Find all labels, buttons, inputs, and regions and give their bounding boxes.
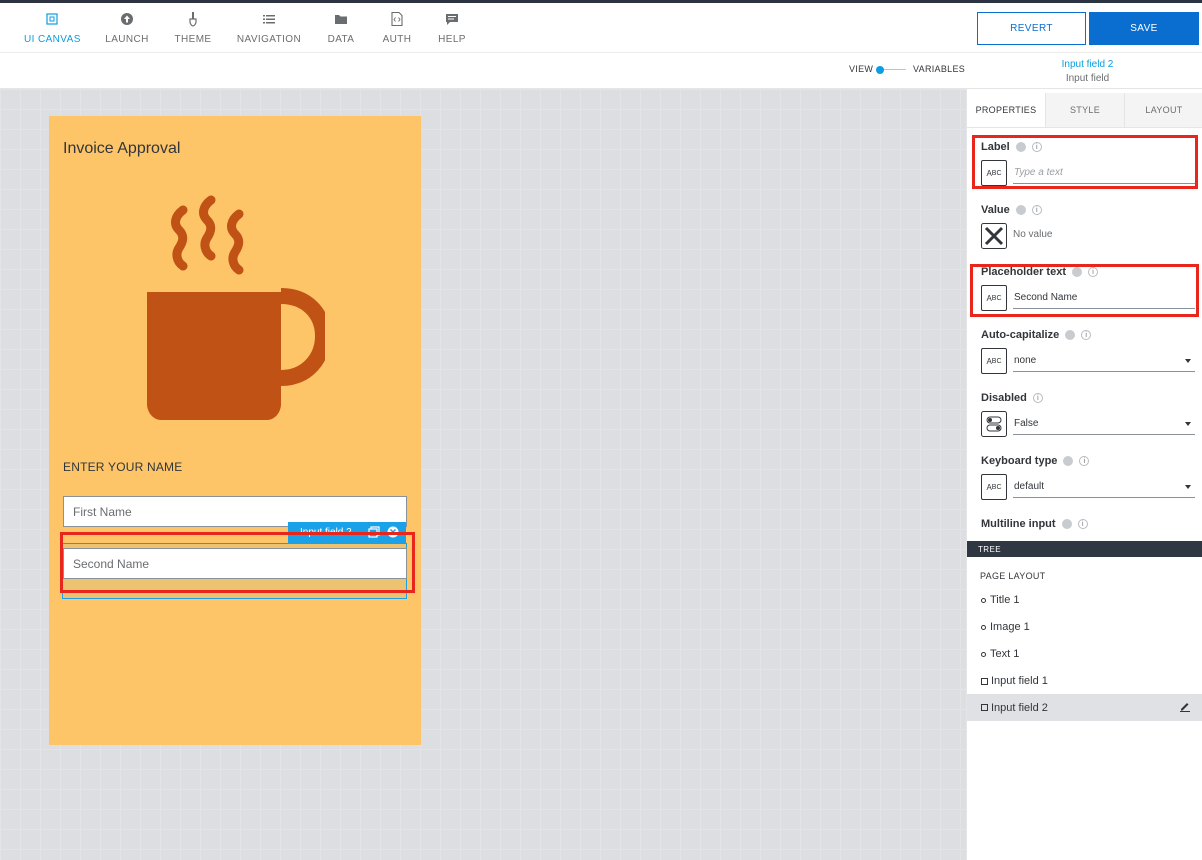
highlight-box-placeholder bbox=[970, 264, 1199, 317]
info-icon[interactable]: i bbox=[1031, 205, 1042, 215]
info-icon[interactable]: i bbox=[1077, 519, 1088, 529]
tab-style[interactable]: STYLE bbox=[1045, 93, 1124, 127]
nav-theme[interactable]: THEME bbox=[173, 10, 213, 50]
tree-item-input-field-1[interactable]: Input field 1 bbox=[967, 669, 1202, 693]
no-value-icon[interactable] bbox=[981, 223, 1007, 249]
prop-value-name: Value bbox=[981, 204, 1010, 216]
nav-label: THEME bbox=[174, 34, 212, 45]
circle-bullet-icon bbox=[981, 651, 986, 657]
tree-item-label: Image 1 bbox=[990, 621, 1030, 633]
keyboard-type-select[interactable]: default bbox=[1013, 476, 1195, 498]
prop-disabled-name: Disabled bbox=[981, 392, 1027, 404]
nav-navigation[interactable]: NAVIGATION bbox=[236, 10, 302, 50]
nav-launch[interactable]: LAUNCH bbox=[104, 10, 150, 50]
view-label: VIEW bbox=[849, 64, 874, 74]
nav-auth[interactable]: AUTH bbox=[380, 10, 414, 50]
square-bullet-icon bbox=[981, 677, 988, 685]
highlight-box-input bbox=[60, 532, 415, 593]
selected-element-name: Input field 2 bbox=[1061, 59, 1114, 70]
tab-properties[interactable]: PROPERTIES bbox=[967, 93, 1045, 127]
text-type-icon[interactable]: ABC bbox=[981, 348, 1007, 374]
square-bullet-icon bbox=[981, 704, 988, 711]
panel-tabs: PROPERTIES STYLE LAYOUT bbox=[967, 93, 1202, 128]
main-toolbar: UI CANVAS LAUNCH THEME NAVIGATION DATA A… bbox=[0, 3, 1202, 53]
prop-keyboard-type: Keyboard type i ABC default bbox=[981, 454, 1195, 500]
revert-button[interactable]: REVERT bbox=[977, 12, 1086, 45]
selected-element-type: Input field bbox=[1065, 73, 1110, 84]
circle-bullet-icon bbox=[981, 597, 986, 603]
prop-auto-capitalize: Auto-capitalize i ABC none bbox=[981, 328, 1195, 374]
prop-multiline-name: Multiline input bbox=[981, 518, 1056, 530]
save-button[interactable]: SAVE bbox=[1089, 12, 1199, 45]
tree-item-title-1[interactable]: Title 1 bbox=[967, 588, 1202, 612]
tab-layout[interactable]: LAYOUT bbox=[1124, 93, 1202, 127]
app-page-preview[interactable]: Invoice Approval ENTER YOUR NAME First N… bbox=[49, 116, 421, 745]
value-text: No value bbox=[1013, 229, 1053, 240]
page-title[interactable]: Invoice Approval bbox=[63, 140, 180, 158]
tree-item-label: Title 1 bbox=[990, 594, 1020, 606]
disabled-select[interactable]: False bbox=[1013, 413, 1195, 435]
variables-label: VARIABLES bbox=[913, 64, 966, 74]
prop-disabled: Disabled i False bbox=[981, 391, 1195, 437]
tree-item-label: Text 1 bbox=[990, 648, 1020, 660]
canvas-icon bbox=[46, 13, 58, 25]
nav-label: AUTH bbox=[382, 34, 412, 45]
coffee-mug-icon[interactable] bbox=[145, 194, 325, 422]
nav-ui-canvas[interactable]: UI CANVAS bbox=[24, 10, 80, 50]
code-file-icon bbox=[391, 11, 403, 27]
ui-canvas[interactable]: Invoice Approval ENTER YOUR NAME First N… bbox=[0, 89, 966, 860]
section-text[interactable]: ENTER YOUR NAME bbox=[63, 460, 182, 474]
pencil-icon[interactable] bbox=[1179, 700, 1191, 712]
chat-icon bbox=[446, 14, 458, 25]
nav-label: LAUNCH bbox=[105, 34, 149, 45]
nav-label: NAVIGATION bbox=[236, 34, 302, 45]
tree-item-image-1[interactable]: Image 1 bbox=[967, 615, 1202, 639]
tree-item-label: Input field 1 bbox=[991, 675, 1048, 687]
prop-multiline: Multiline input i bbox=[981, 517, 1195, 531]
prop-autocap-name: Auto-capitalize bbox=[981, 329, 1060, 341]
properties-panel: PROPERTIES STYLE LAYOUT Label i ABC Type … bbox=[966, 89, 1202, 860]
tree-item-label: Input field 2 bbox=[991, 701, 1048, 714]
folder-icon bbox=[335, 15, 347, 24]
circle-bullet-icon bbox=[981, 624, 986, 630]
auto-capitalize-select[interactable]: none bbox=[1013, 350, 1195, 372]
tree-item-input-field-2[interactable]: Input field 2 bbox=[967, 694, 1202, 721]
binding-icon[interactable] bbox=[1015, 205, 1026, 215]
binding-icon[interactable] bbox=[1063, 456, 1074, 466]
text-type-icon[interactable]: ABC bbox=[981, 474, 1007, 500]
nav-label: UI CANVAS bbox=[24, 34, 81, 45]
upload-icon bbox=[121, 13, 133, 25]
highlight-box-label bbox=[972, 135, 1198, 189]
prop-value: Value i No value bbox=[981, 203, 1195, 249]
binding-icon[interactable] bbox=[1065, 330, 1076, 340]
info-icon[interactable]: i bbox=[1081, 330, 1092, 340]
nav-data[interactable]: DATA bbox=[325, 10, 357, 50]
binding-icon[interactable] bbox=[1061, 519, 1072, 529]
brush-icon bbox=[189, 12, 197, 27]
nav-label: DATA bbox=[327, 34, 355, 45]
tree-heading: PAGE LAYOUT bbox=[980, 571, 1046, 581]
tree-item-text-1[interactable]: Text 1 bbox=[967, 642, 1202, 666]
list-icon bbox=[263, 15, 275, 24]
tree-bar[interactable]: TREE bbox=[967, 541, 1202, 557]
prop-keyboard-name: Keyboard type bbox=[981, 455, 1058, 467]
view-variables-toggle[interactable] bbox=[876, 66, 884, 74]
info-icon[interactable]: i bbox=[1079, 456, 1090, 466]
nav-label: HELP bbox=[438, 34, 466, 45]
info-icon[interactable]: i bbox=[1032, 393, 1043, 403]
sub-toolbar: VIEW VARIABLES Input field 2 Input field bbox=[0, 54, 1202, 89]
toggle-type-icon[interactable] bbox=[981, 411, 1007, 437]
nav-help[interactable]: HELP bbox=[436, 10, 468, 50]
